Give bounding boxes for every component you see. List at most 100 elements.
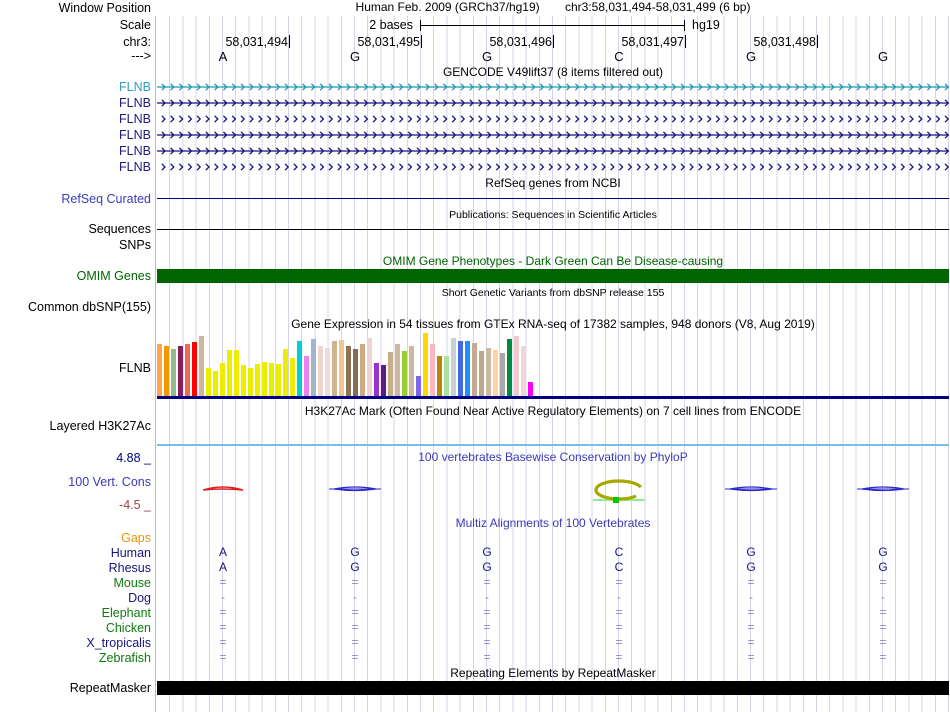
gtex-tissue-bar[interactable] <box>220 363 225 396</box>
gtex-tissue-bar[interactable] <box>304 356 309 396</box>
gtex-tissue-bar[interactable] <box>157 344 162 396</box>
gtex-tissue-bar[interactable] <box>381 365 386 396</box>
gtex-tissue-bar[interactable] <box>528 382 533 396</box>
sequences-line[interactable] <box>157 229 949 230</box>
gencode-gene-label[interactable]: FLNB <box>0 80 151 94</box>
omim-genes-bar[interactable] <box>157 269 949 283</box>
multiz-species-label[interactable]: X_tropicalis <box>0 636 151 650</box>
gtex-tissue-bar[interactable] <box>171 349 176 396</box>
coordinate-label: 58,031,497 <box>621 35 684 49</box>
gtex-tissue-bar[interactable] <box>507 339 512 396</box>
sequences-label[interactable]: Sequences <box>0 222 151 236</box>
omim-genes-label[interactable]: OMIM Genes <box>0 269 151 283</box>
gencode-gene-label[interactable]: FLNB <box>0 144 151 158</box>
scale-value: 2 bases <box>369 18 413 32</box>
gencode-gene-label[interactable]: FLNB <box>0 112 151 126</box>
gtex-tissue-bar[interactable] <box>458 341 463 396</box>
gtex-tissue-bar[interactable] <box>402 351 407 396</box>
gencode-gene-label[interactable]: FLNB <box>0 128 151 142</box>
gtex-tissue-bar[interactable] <box>444 356 449 396</box>
gtex-tissue-bar[interactable] <box>479 351 484 396</box>
gtex-tissue-bar[interactable] <box>367 338 372 396</box>
gtex-tissue-bar[interactable] <box>227 350 232 396</box>
gencode-gene-label[interactable]: FLNB <box>0 96 151 110</box>
gtex-tissue-bar[interactable] <box>290 358 295 396</box>
cons-glyphs[interactable] <box>157 478 949 508</box>
multiz-species-label[interactable]: Zebrafish <box>0 651 151 665</box>
gtex-tissue-bar[interactable] <box>262 362 267 396</box>
gtex-tissue-bar[interactable] <box>493 350 498 396</box>
snps-label[interactable]: SNPs <box>0 238 151 252</box>
multiz-species-label[interactable]: Chicken <box>0 621 151 635</box>
refseq-curated-line[interactable] <box>157 198 949 199</box>
multiz-species-label[interactable]: Gaps <box>0 531 151 545</box>
gtex-tissue-bar[interactable] <box>192 342 197 396</box>
gtex-tissue-bar[interactable] <box>276 364 281 396</box>
multiz-species-label[interactable]: Rhesus <box>0 561 151 575</box>
gtex-tissue-bar[interactable] <box>514 336 519 396</box>
gtex-tissue-bar[interactable] <box>318 346 323 396</box>
multiz-alignment-cell: G <box>746 560 756 574</box>
gtex-tissue-bar[interactable] <box>472 343 477 396</box>
gtex-tissue-bar[interactable] <box>395 344 400 396</box>
multiz-alignment-cell: = <box>747 635 755 649</box>
gtex-tissue-bar[interactable] <box>241 365 246 396</box>
gtex-tissue-bar[interactable] <box>178 346 183 396</box>
gtex-tissue-bar[interactable] <box>451 338 456 396</box>
cons-label[interactable]: 100 Vert. Cons <box>0 475 151 489</box>
repeatmasker-bar[interactable] <box>157 681 949 695</box>
gtex-tissue-bar[interactable] <box>409 346 414 396</box>
coordinate-label: 58,031,494 <box>225 35 288 49</box>
gtex-tissue-bar[interactable] <box>255 364 260 396</box>
gtex-tissue-bar[interactable] <box>430 344 435 396</box>
h3k27ac-label[interactable]: Layered H3K27Ac <box>0 419 151 433</box>
gtex-tissue-bar[interactable] <box>360 344 365 396</box>
gtex-tissue-bar[interactable] <box>311 339 316 396</box>
scale-bar-left-tick <box>420 20 421 31</box>
repeatmasker-label[interactable]: RepeatMasker <box>0 681 151 695</box>
gtex-tissue-bar[interactable] <box>206 368 211 396</box>
gtex-tissue-bar[interactable] <box>416 376 421 396</box>
gtex-tissue-bar[interactable] <box>332 341 337 396</box>
gtex-tissue-bar[interactable] <box>297 341 302 396</box>
gtex-tissue-bar[interactable] <box>283 349 288 396</box>
gtex-tissue-bar[interactable] <box>437 356 442 396</box>
gtex-tissue-bar[interactable] <box>234 350 239 396</box>
gtex-tissue-bar[interactable] <box>521 346 526 396</box>
gencode-transcripts[interactable] <box>157 80 949 176</box>
multiz-species-label[interactable]: Dog <box>0 591 151 605</box>
gtex-tissue-bar[interactable] <box>185 344 190 396</box>
gtex-tissue-bar[interactable] <box>353 349 358 396</box>
gtex-tissue-bar[interactable] <box>325 348 330 396</box>
multiz-alignment-cell: = <box>879 635 887 649</box>
gtex-tissue-bar[interactable] <box>423 333 428 396</box>
gtex-tissue-bar[interactable] <box>465 341 470 396</box>
multiz-species-label[interactable]: Mouse <box>0 576 151 590</box>
gtex-tissue-bar[interactable] <box>346 346 351 396</box>
multiz-species-label[interactable]: Human <box>0 546 151 560</box>
gtex-tissue-bar[interactable] <box>269 363 274 396</box>
multiz-alignment-cell: = <box>483 620 491 634</box>
refseq-track-title: RefSeq genes from NCBI <box>485 176 621 190</box>
h3k27ac-signal-line[interactable] <box>157 444 949 446</box>
gtex-tissue-bar[interactable] <box>248 368 253 396</box>
gencode-gene-label[interactable]: FLNB <box>0 160 151 174</box>
reference-base: G <box>877 49 889 64</box>
gtex-bar-chart[interactable] <box>157 330 535 396</box>
multiz-species-label[interactable]: Elephant <box>0 606 151 620</box>
gtex-tissue-bar[interactable] <box>500 353 505 396</box>
gtex-tissue-bar[interactable] <box>213 371 218 396</box>
multiz-alignment-cell: = <box>219 620 227 634</box>
multiz-track-title: Multiz Alignments of 100 Vertebrates <box>455 516 651 530</box>
refseq-curated-label[interactable]: RefSeq Curated <box>0 192 151 206</box>
gtex-tissue-bar[interactable] <box>388 352 393 396</box>
multiz-alignment-cell: - <box>353 590 357 604</box>
gtex-tissue-bar[interactable] <box>374 363 379 396</box>
dbsnp-label[interactable]: Common dbSNP(155) <box>0 300 151 314</box>
gtex-tissue-bar[interactable] <box>164 346 169 396</box>
gtex-tissue-bar[interactable] <box>486 348 491 396</box>
multiz-alignment-cell: = <box>747 605 755 619</box>
gtex-tissue-bar[interactable] <box>199 336 204 396</box>
gtex-tissue-bar[interactable] <box>339 340 344 396</box>
gtex-gene-label[interactable]: FLNB <box>0 361 151 375</box>
